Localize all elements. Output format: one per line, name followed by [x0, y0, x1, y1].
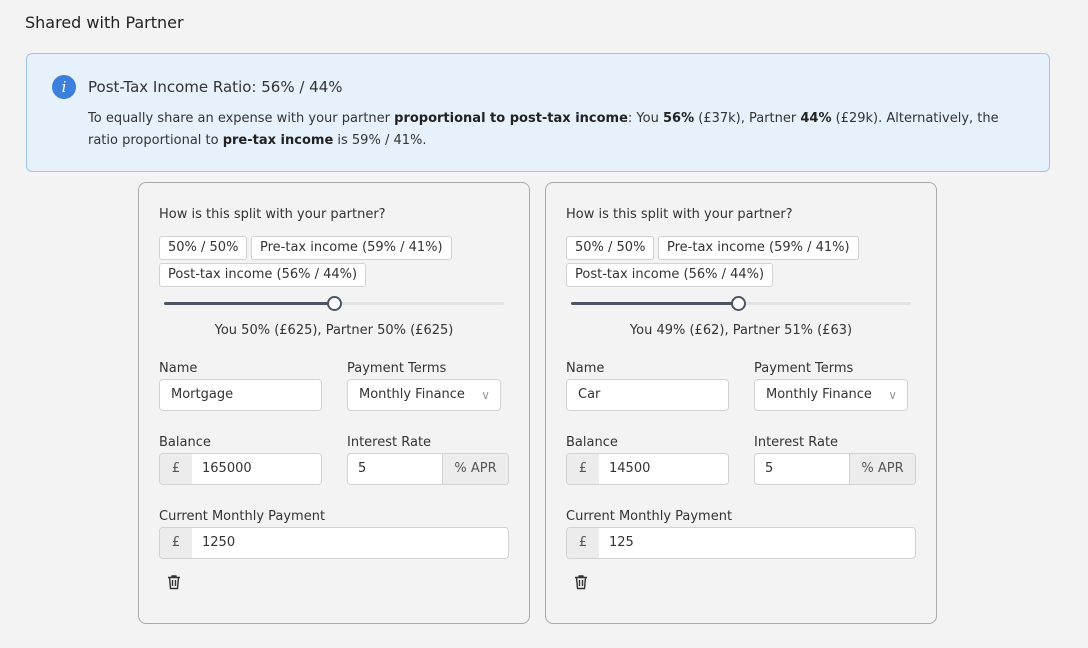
currency-addon: £ [160, 454, 192, 484]
expense-card-car: How is this split with your partner? 50%… [545, 182, 937, 624]
monthly-payment-input[interactable]: 125 [599, 528, 915, 558]
apr-addon: % APR [849, 454, 915, 484]
interest-rate-label: Interest Rate [754, 435, 839, 450]
monthly-payment-label: Current Monthly Payment [159, 509, 326, 524]
split-summary: You 50% (£625), Partner 50% (£625) [214, 323, 454, 338]
balance-input-group: £ 14500 [566, 453, 729, 485]
split-question: How is this split with your partner? [159, 207, 386, 222]
slider-fill [571, 302, 738, 305]
apr-addon: % APR [442, 454, 508, 484]
name-label: Name [566, 361, 605, 376]
name-input[interactable]: Car [566, 379, 729, 411]
trash-icon[interactable] [574, 574, 588, 590]
balance-input[interactable]: 14500 [599, 454, 728, 484]
payment-terms-select[interactable]: Monthly Finance ∨ [347, 379, 501, 411]
split-post-tax-button[interactable]: Post-tax income (56% / 44%) [159, 263, 367, 287]
name-label: Name [159, 361, 198, 376]
balance-input-group: £ 165000 [159, 453, 322, 485]
info-text: To equally share an expense with your pa… [88, 111, 999, 148]
balance-input[interactable]: 165000 [192, 454, 321, 484]
interest-rate-input[interactable]: 5 [755, 454, 849, 484]
monthly-payment-label: Current Monthly Payment [566, 509, 733, 524]
monthly-payment-input-group: £ 125 [566, 527, 916, 559]
currency-addon: £ [567, 454, 599, 484]
split-slider[interactable] [571, 296, 911, 312]
slider-fill [164, 302, 334, 305]
name-input[interactable]: Mortgage [159, 379, 322, 411]
info-callout: i Post-Tax Income Ratio: 56% / 44% To eq… [26, 53, 1050, 172]
split-slider[interactable] [164, 296, 504, 312]
interest-rate-input[interactable]: 5 [348, 454, 442, 484]
trash-icon[interactable] [167, 574, 181, 590]
chevron-down-icon: ∨ [481, 388, 490, 402]
interest-rate-input-group: 5 % APR [347, 453, 509, 485]
slider-thumb[interactable] [327, 296, 342, 311]
split-post-tax-button[interactable]: Post-tax income (56% / 44%) [566, 263, 774, 287]
payment-terms-label: Payment Terms [754, 361, 854, 376]
balance-label: Balance [159, 435, 211, 450]
info-title: Post-Tax Income Ratio: 56% / 44% [88, 78, 343, 96]
split-50-50-button[interactable]: 50% / 50% [159, 236, 248, 260]
slider-thumb[interactable] [730, 296, 746, 311]
payment-terms-select[interactable]: Monthly Finance ∨ [754, 379, 908, 411]
monthly-payment-input-group: £ 1250 [159, 527, 509, 559]
interest-rate-label: Interest Rate [347, 435, 432, 450]
split-question: How is this split with your partner? [566, 207, 793, 222]
split-summary: You 49% (£62), Partner 51% (£63) [629, 323, 853, 338]
currency-addon: £ [567, 528, 599, 558]
info-icon: i [52, 75, 76, 99]
payment-terms-value: Monthly Finance [359, 387, 465, 402]
balance-label: Balance [566, 435, 618, 450]
expense-card-mortgage: How is this split with your partner? 50%… [138, 182, 530, 624]
split-pre-tax-button[interactable]: Pre-tax income (59% / 41%) [251, 236, 452, 260]
chevron-down-icon: ∨ [888, 388, 897, 402]
monthly-payment-input[interactable]: 1250 [192, 528, 508, 558]
split-50-50-button[interactable]: 50% / 50% [566, 236, 655, 260]
split-pre-tax-button[interactable]: Pre-tax income (59% / 41%) [658, 236, 859, 260]
interest-rate-input-group: 5 % APR [754, 453, 916, 485]
payment-terms-value: Monthly Finance [766, 387, 872, 402]
section-title: Shared with Partner [25, 13, 184, 32]
payment-terms-label: Payment Terms [347, 361, 447, 376]
currency-addon: £ [160, 528, 192, 558]
